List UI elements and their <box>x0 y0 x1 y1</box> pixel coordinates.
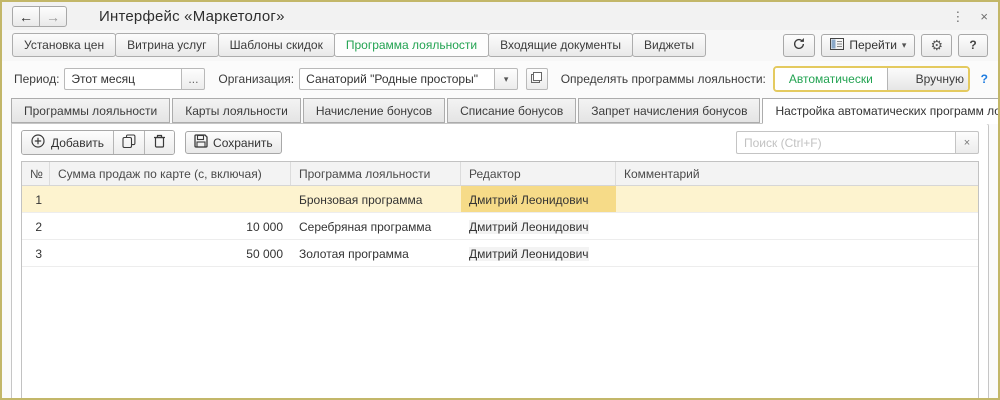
copy-icon <box>122 134 136 151</box>
history-nav: ← → <box>12 6 67 27</box>
tab-loyalty-program[interactable]: Программа лояльности <box>334 33 489 57</box>
tab-content-panel: Добавить Сохранить <box>11 123 989 400</box>
subtab-bonus-writeoff[interactable]: Списание бонусов <box>447 98 576 123</box>
app-window: ← → Интерфейс «Маркетолог» ⋮ × Установка… <box>0 0 1000 400</box>
cell-num[interactable]: 2 <box>22 213 50 239</box>
goto-button[interactable]: Перейти ▾ <box>821 34 915 57</box>
tab-widgets[interactable]: Виджеты <box>632 33 706 57</box>
organization-control: Санаторий "Родные просторы" ▾ <box>299 68 518 90</box>
subtab-accrual-ban[interactable]: Запрет начисления бонусов <box>578 98 760 123</box>
cell-num[interactable]: 3 <box>22 240 50 266</box>
column-header-program[interactable]: Программа лояльности <box>291 162 461 185</box>
table-row[interactable]: 3 50 000 Золотая программа Дмитрий Леони… <box>22 240 978 267</box>
tab-incoming-documents[interactable]: Входящие документы <box>488 33 633 57</box>
loyalty-settings-table: № Сумма продаж по карте (с, включая) Про… <box>21 161 979 400</box>
toggle-automatic[interactable]: Автоматически <box>775 68 888 90</box>
organization-input[interactable]: Санаторий "Родные просторы" <box>299 68 495 90</box>
cell-program[interactable]: Бронзовая программа <box>291 186 461 212</box>
page-title: Интерфейс «Маркетолог» <box>99 8 285 25</box>
list-toolbar: Добавить Сохранить <box>21 130 979 161</box>
window-menu-icon[interactable]: ⋮ <box>951 9 964 25</box>
filter-row: Период: Этот месяц ... Организация: Сана… <box>2 61 998 98</box>
search-control: × <box>736 131 979 154</box>
search-clear-button[interactable]: × <box>955 131 979 154</box>
cell-comment[interactable] <box>616 213 978 239</box>
toggle-manual[interactable]: Вручную <box>888 68 970 90</box>
organization-open-button[interactable] <box>526 68 548 90</box>
subtab-bonus-accrual[interactable]: Начисление бонусов <box>303 98 445 123</box>
determine-programs-label: Определять программы лояльности: <box>561 72 766 86</box>
column-header-comment[interactable]: Комментарий <box>616 162 978 185</box>
chevron-down-icon: ▾ <box>504 74 509 85</box>
save-button-label: Сохранить <box>213 136 273 150</box>
forward-button[interactable]: → <box>39 6 67 27</box>
column-header-num[interactable]: № <box>22 162 50 185</box>
delete-button[interactable] <box>144 131 174 154</box>
period-control: Этот месяц ... <box>64 68 205 90</box>
refresh-button[interactable] <box>783 34 815 57</box>
trash-icon <box>153 134 166 151</box>
subtab-loyalty-programs[interactable]: Программы лояльности <box>11 98 170 123</box>
clear-x-icon: × <box>964 137 970 149</box>
back-button[interactable]: ← <box>12 6 40 27</box>
cell-editor-focused[interactable]: Дмитрий Леонидович <box>461 186 616 212</box>
gear-icon: ⚙ <box>930 38 943 52</box>
title-bar: ← → Интерфейс «Маркетолог» ⋮ × <box>2 2 998 30</box>
add-button-label: Добавить <box>51 136 104 150</box>
cell-editor[interactable]: Дмитрий Леонидович <box>469 220 589 234</box>
command-bar: Установка цен Витрина услуг Шаблоны скид… <box>2 30 998 61</box>
cell-amount[interactable]: 10 000 <box>50 213 291 239</box>
window-close-icon[interactable]: × <box>980 9 988 24</box>
add-plus-icon <box>31 134 45 151</box>
copy-button[interactable] <box>113 131 144 154</box>
cell-program[interactable]: Золотая программа <box>291 240 461 266</box>
tab-service-showcase[interactable]: Витрина услуг <box>115 33 218 57</box>
table-row[interactable]: 2 10 000 Серебряная программа Дмитрий Ле… <box>22 213 978 240</box>
add-button[interactable]: Добавить <box>22 131 113 154</box>
period-label: Период: <box>14 72 59 86</box>
subtab-loyalty-cards[interactable]: Карты лояльности <box>172 98 301 123</box>
cell-num[interactable]: 1 <box>22 186 50 212</box>
period-input[interactable]: Этот месяц <box>64 68 182 90</box>
help-button[interactable]: ? <box>958 34 988 57</box>
cell-comment[interactable] <box>616 186 978 212</box>
edit-button-group: Добавить <box>21 130 175 155</box>
organization-label: Организация: <box>218 72 294 86</box>
cell-editor[interactable]: Дмитрий Леонидович <box>469 247 589 261</box>
save-icon <box>194 134 208 151</box>
search-input[interactable] <box>736 131 956 154</box>
back-arrow-icon: ← <box>19 9 33 25</box>
tab-price-setting[interactable]: Установка цен <box>12 33 116 57</box>
goto-dropdown-icon: ▾ <box>902 40 907 51</box>
table-row[interactable]: 1 Бронзовая программа Дмитрий Леонидович <box>22 186 978 213</box>
subtab-auto-program-settings[interactable]: Настройка автоматических программ лояльн… <box>762 98 1000 124</box>
tab-discount-templates[interactable]: Шаблоны скидок <box>218 33 335 57</box>
cell-amount[interactable] <box>50 186 291 212</box>
period-more-button[interactable]: ... <box>181 68 205 90</box>
forward-arrow-icon: → <box>46 9 60 25</box>
toggle-help-link[interactable]: ? <box>981 72 988 86</box>
main-tab-strip: Установка цен Витрина услуг Шаблоны скид… <box>12 33 706 57</box>
open-form-icon <box>531 72 542 86</box>
column-header-editor[interactable]: Редактор <box>461 162 616 185</box>
save-button[interactable]: Сохранить <box>185 131 282 154</box>
goto-label: Перейти <box>849 38 897 52</box>
column-header-amount[interactable]: Сумма продаж по карте (с, включая) <box>50 162 291 185</box>
determine-mode-toggle: Автоматически Вручную <box>773 66 970 92</box>
cell-program[interactable]: Серебряная программа <box>291 213 461 239</box>
goto-icon <box>830 38 844 53</box>
help-icon: ? <box>969 38 976 52</box>
sub-tab-strip: Программы лояльности Карты лояльности На… <box>2 98 998 123</box>
settings-button[interactable]: ⚙ <box>921 34 952 57</box>
cell-comment[interactable] <box>616 240 978 266</box>
organization-dropdown-button[interactable]: ▾ <box>494 68 518 90</box>
table-header-row: № Сумма продаж по карте (с, включая) Про… <box>22 162 978 186</box>
refresh-icon <box>792 37 806 54</box>
cell-amount[interactable]: 50 000 <box>50 240 291 266</box>
